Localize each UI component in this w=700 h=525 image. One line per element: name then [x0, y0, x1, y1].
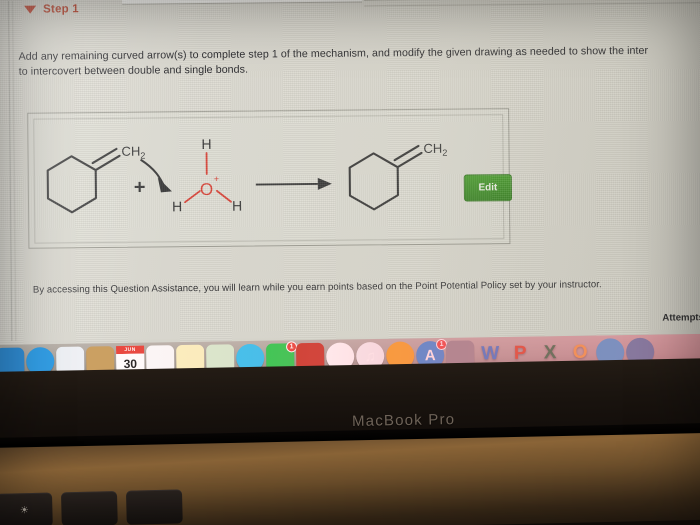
plus-sign: + — [134, 177, 146, 199]
browser-tab-strip — [122, 0, 363, 5]
page-top-rule-lower — [364, 2, 700, 7]
assistance-note: By accessing this Question Assistance, y… — [32, 279, 602, 296]
product-exocyclic-double-bond — [393, 144, 423, 169]
oh-bond-left — [184, 190, 201, 204]
key-blank-2[interactable] — [125, 489, 183, 525]
product-ch2-label: CH2 — [423, 141, 447, 158]
key-brightness[interactable]: ☀ — [0, 492, 53, 525]
browser-page: Step 1 Add any remaining curved arrow(s)… — [2, 0, 700, 341]
instruction-text: Add any remaining curved arrow(s) to com… — [19, 43, 700, 79]
hydronium-h-left: H — [172, 198, 182, 214]
edit-button-label: Edit — [478, 182, 498, 194]
reactant-cyclohexane-ring — [46, 155, 98, 214]
laptop-photo: Step 1 Add any remaining curved arrow(s)… — [0, 0, 700, 525]
hydronium-ion: O + H H H — [172, 136, 242, 214]
hydronium-h-right: H — [232, 198, 242, 214]
product-cyclohexane-ring — [348, 152, 399, 211]
laptop-screen: Step 1 Add any remaining curved arrow(s)… — [0, 0, 700, 346]
step-label: Step 1 — [43, 3, 79, 16]
reaction-arrow — [255, 177, 332, 190]
triangle-down-icon[interactable] — [24, 5, 37, 14]
oxygen-atom-label: O — [200, 180, 213, 199]
oxygen-positive-charge: + — [214, 174, 219, 184]
attempts-label: Attempts: — [662, 312, 700, 324]
macbook-pro-brand-label: MacBook Pro — [351, 411, 456, 430]
oh-bond-right — [216, 189, 232, 203]
key-blank-1[interactable] — [60, 490, 118, 525]
hydronium-h-top: H — [201, 136, 211, 152]
reaction-drawing: CH2 + O + H H H CH2 — [46, 136, 447, 214]
edit-button[interactable]: Edit — [463, 174, 513, 202]
step-header[interactable]: Step 1 — [24, 3, 79, 16]
curved-arrow-head — [157, 177, 172, 193]
reactant-exocyclic-double-bond — [91, 147, 121, 172]
reactant-ch2-label: CH2 — [121, 144, 145, 161]
